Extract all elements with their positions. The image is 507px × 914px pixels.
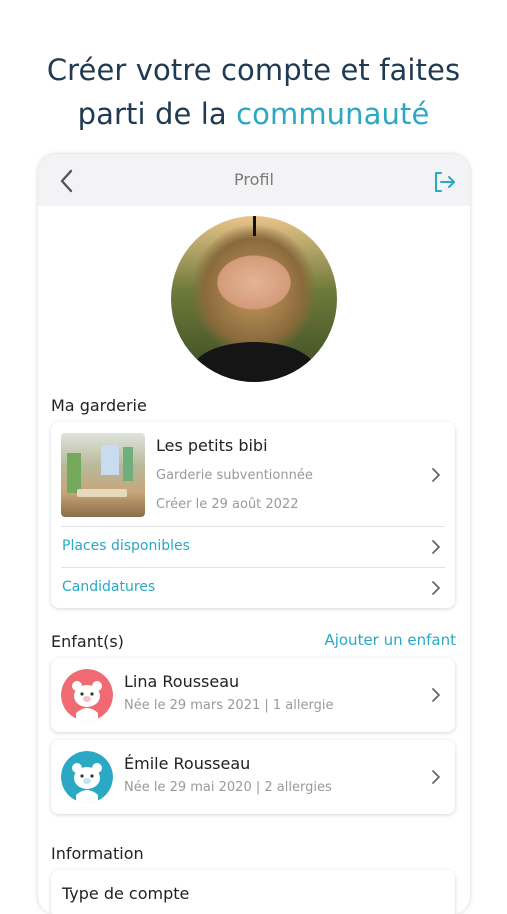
information-card: Type de compte (51, 870, 455, 914)
logout-icon (435, 172, 455, 192)
garderie-thumbnail (61, 433, 145, 517)
logout-button[interactable] (432, 170, 458, 194)
teddy-bear-icon (61, 751, 113, 803)
hero-line-1: Créer votre compte et faites (46, 53, 461, 87)
hero-heading: Créer votre compte et faites parti de la… (0, 48, 507, 136)
chevron-right-icon (432, 770, 440, 784)
photo-detail (191, 342, 317, 382)
photo-detail (253, 216, 256, 236)
teddy-bear-icon (61, 669, 113, 721)
child-card[interactable]: Lina Rousseau Née le 29 mars 2021 | 1 al… (51, 658, 455, 732)
page-title: Profil (234, 170, 274, 189)
chevron-right-icon (432, 581, 440, 595)
places-disponibles-row[interactable]: Places disponibles (51, 527, 455, 567)
garderie-card: Les petits bibi Garderie subventionnée C… (51, 422, 455, 608)
candidatures-link[interactable]: Candidatures (62, 579, 155, 595)
child-card[interactable]: Émile Rousseau Née le 29 mai 2020 | 2 al… (51, 740, 455, 814)
places-disponibles-link[interactable]: Places disponibles (62, 538, 190, 554)
information-section-label: Information (51, 844, 144, 863)
chevron-right-icon (432, 688, 440, 702)
hero-line-2-prefix: parti de la (77, 97, 237, 131)
garderie-type: Garderie subventionnée (156, 468, 313, 483)
profile-photo[interactable] (171, 216, 337, 382)
child-details: Née le 29 mars 2021 | 1 allergie (124, 698, 334, 713)
enfants-section-label: Enfant(s) (51, 632, 124, 651)
candidatures-row[interactable]: Candidatures (51, 568, 455, 608)
top-bar: Profil (38, 154, 470, 206)
chevron-right-icon (432, 468, 440, 482)
phone-frame: Profil Ma garderie Les petits bibi Garde… (38, 154, 470, 914)
hero-accent-word: communauté (236, 97, 430, 131)
profile-content: Ma garderie Les petits bibi Garderie sub… (38, 206, 470, 914)
garderie-name: Les petits bibi (156, 436, 268, 455)
garderie-section-label: Ma garderie (51, 396, 147, 415)
garderie-row[interactable]: Les petits bibi Garderie subventionnée C… (51, 422, 455, 526)
child-details: Née le 29 mai 2020 | 2 allergies (124, 780, 332, 795)
child-name: Lina Rousseau (124, 672, 240, 691)
chevron-right-icon (432, 540, 440, 554)
account-type-label: Type de compte (62, 884, 190, 903)
garderie-created-date: Créer le 29 août 2022 (156, 497, 299, 512)
add-child-link[interactable]: Ajouter un enfant (324, 631, 456, 649)
child-name: Émile Rousseau (124, 754, 251, 773)
hero-line-2: parti de la communauté (0, 92, 507, 136)
